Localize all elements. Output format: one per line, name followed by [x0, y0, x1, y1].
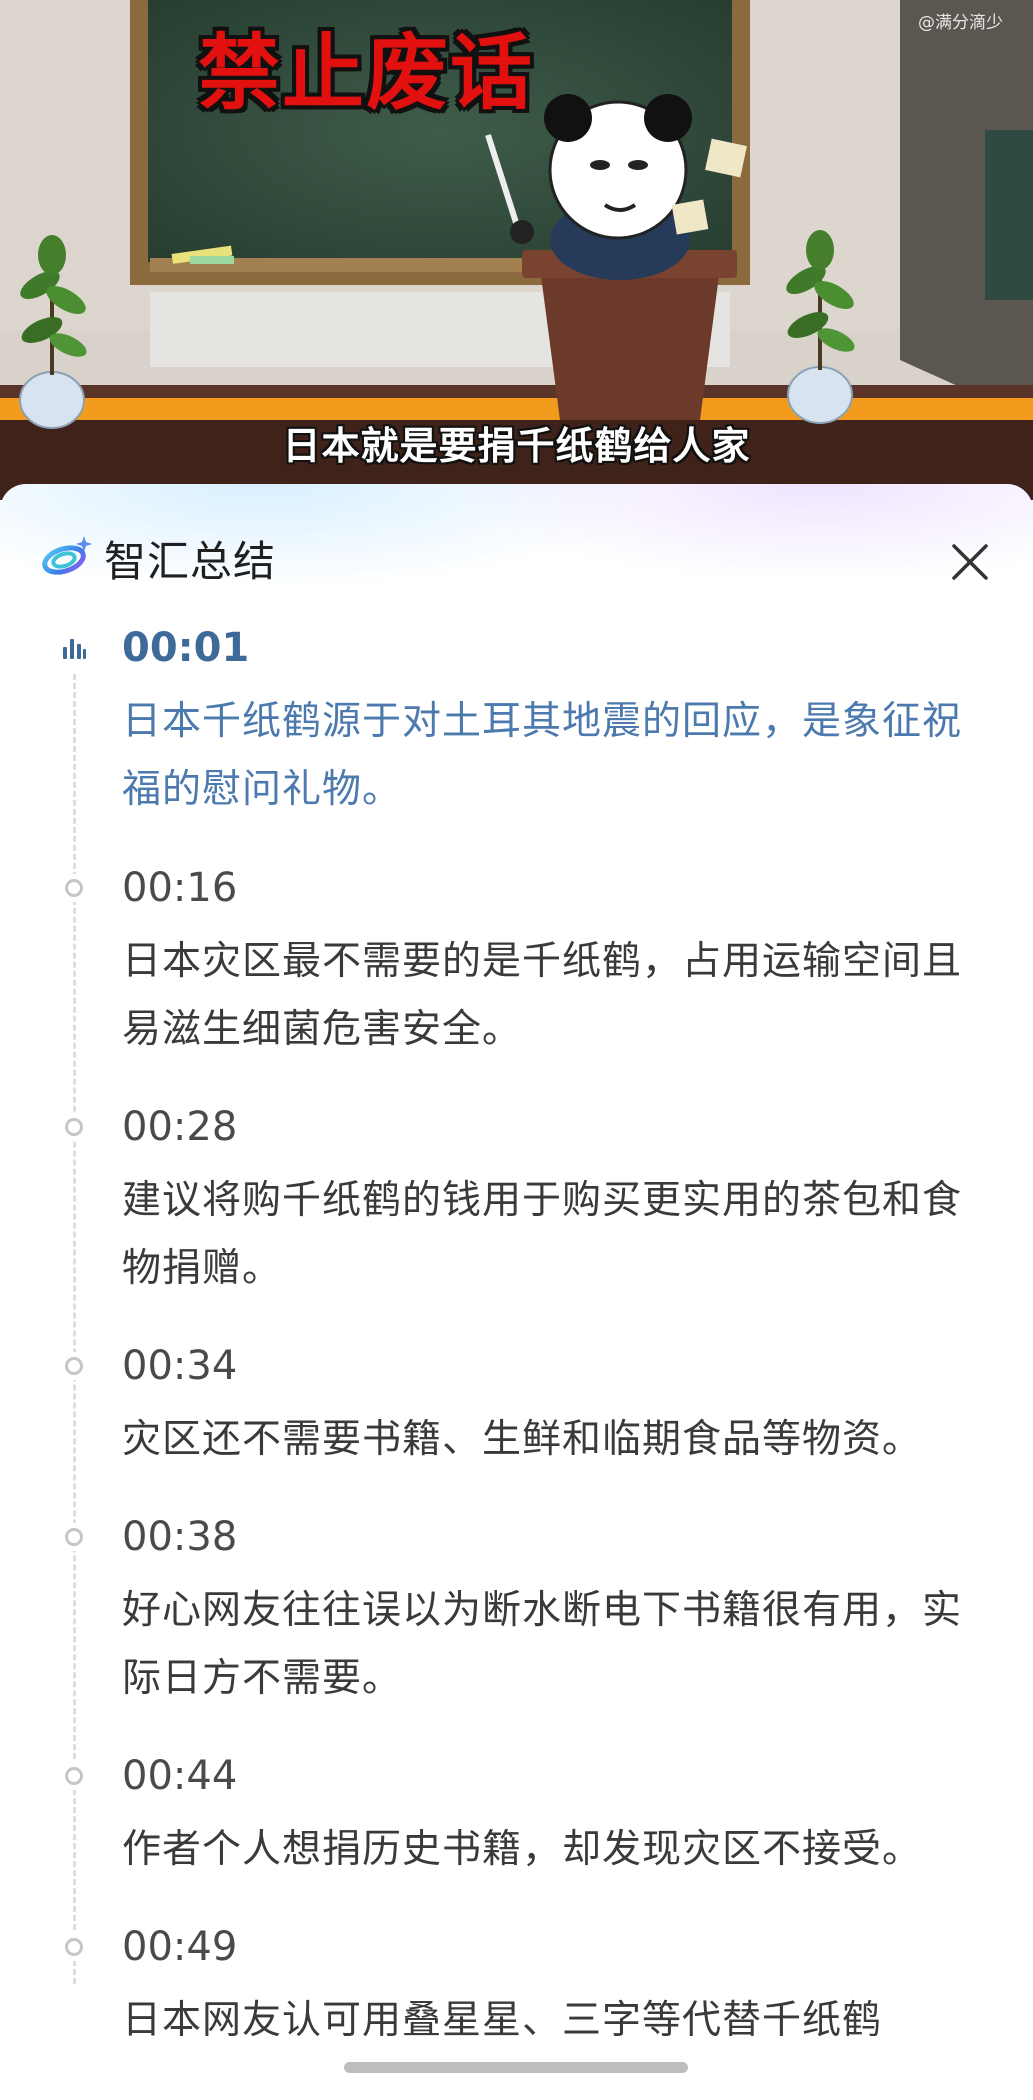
timeline-dot-icon — [60, 1352, 88, 1380]
close-button[interactable] — [938, 530, 1002, 594]
summary-text: 灾区还不需要书籍、生鲜和临期食品等物资。 — [122, 1417, 923, 1462]
timeline-dot-icon — [60, 874, 88, 902]
summary-timeline: 00:01 日本千纸鹤源于对土耳其地震的回应，是象征祝福的慰问礼物。 00:16… — [0, 624, 1033, 2094]
timestamp-link[interactable]: 00:01 — [122, 624, 973, 672]
home-indicator[interactable] — [344, 2062, 688, 2073]
timeline-entry[interactable]: 00:01 日本千纸鹤源于对土耳其地震的回应，是象征祝福的慰问礼物。 — [0, 624, 1033, 864]
timeline-entry[interactable]: 00:38 好心网友往往误以为断水断电下书籍很有用，实际日方不需要。 — [0, 1513, 1033, 1752]
summary-text: 作者个人想捐历史书籍，却发现灾区不接受。 — [122, 1827, 923, 1872]
summary-text: 日本千纸鹤源于对土耳其地震的回应，是象征祝福的慰问礼物。 — [122, 699, 963, 812]
video-player[interactable]: 禁止废话 @满分滴少 日本就是要捐千纸鹤给人家 — [0, 0, 1033, 500]
panel-header: 智汇总结 — [0, 484, 1033, 604]
summary-text: 好心网友往往误以为断水断电下书籍很有用，实际日方不需要。 — [122, 1588, 963, 1701]
audio-bars-icon — [60, 634, 88, 662]
timestamp-link[interactable]: 00:49 — [122, 1923, 973, 1971]
panel-title: 智汇总结 — [104, 537, 277, 586]
timeline-entry[interactable]: 00:34 灾区还不需要书籍、生鲜和临期食品等物资。 — [0, 1342, 1033, 1513]
video-watermark: @满分滴少 — [918, 13, 1003, 33]
timeline-entry[interactable]: 00:16 日本灾区最不需要的是千纸鹤，占用运输空间且易滋生细菌危害安全。 — [0, 864, 1033, 1103]
timeline-dot-icon — [60, 1523, 88, 1551]
summary-text: 日本灾区最不需要的是千纸鹤，占用运输空间且易滋生细菌危害安全。 — [122, 939, 963, 1052]
timeline-entry[interactable]: 00:44 作者个人想捐历史书籍，却发现灾区不接受。 — [0, 1752, 1033, 1923]
app-root: 禁止废话 @满分滴少 日本就是要捐千纸鹤给人家 智汇总结 00:01 日本千纸鹤… — [0, 0, 1033, 2100]
timestamp-link[interactable]: 00:38 — [122, 1513, 973, 1561]
video-title-overlay: 禁止废话 — [198, 26, 535, 121]
timeline-entry[interactable]: 00:28 建议将购千纸鹤的钱用于购买更实用的茶包和食物捐赠。 — [0, 1103, 1033, 1342]
timestamp-link[interactable]: 00:44 — [122, 1752, 973, 1800]
timestamp-link[interactable]: 00:28 — [122, 1103, 973, 1151]
timestamp-link[interactable]: 00:34 — [122, 1342, 973, 1390]
timeline-dot-icon — [60, 1933, 88, 1961]
summary-text: 建议将购千纸鹤的钱用于购买更实用的茶包和食物捐赠。 — [122, 1178, 963, 1291]
timestamp-link[interactable]: 00:16 — [122, 864, 973, 912]
video-subtitle: 日本就是要捐千纸鹤给人家 — [282, 424, 751, 468]
timeline-dot-icon — [60, 1762, 88, 1790]
swirl-logo-icon — [40, 534, 92, 578]
timeline-dot-icon — [60, 1113, 88, 1141]
summary-panel: 智汇总结 00:01 日本千纸鹤源于对土耳其地震的回应，是象征祝福的慰问礼物。 … — [0, 484, 1033, 2100]
close-icon — [952, 544, 988, 580]
